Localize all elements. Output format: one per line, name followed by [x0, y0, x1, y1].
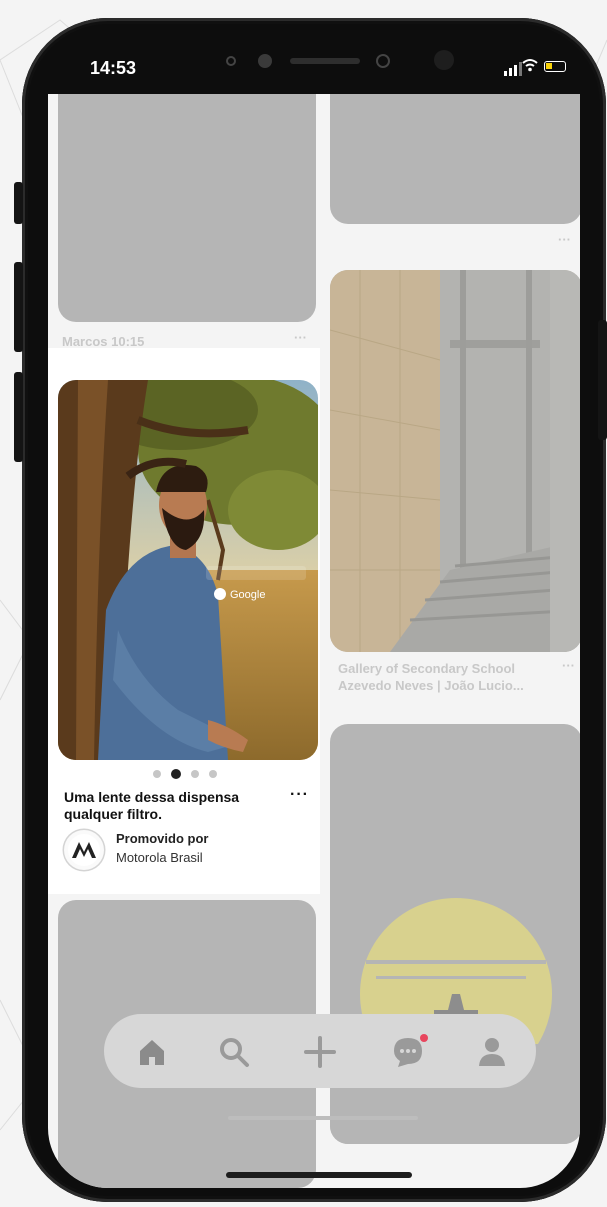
man-under-tree-photo: Google	[58, 380, 318, 760]
scrim-home-indicator	[228, 1116, 418, 1120]
mute-switch	[14, 182, 23, 224]
volume-down-button	[14, 372, 23, 462]
status-bar: 14:53	[48, 40, 580, 94]
promoted-pin: Google Uma lente dessa dispensa qualquer…	[48, 348, 320, 894]
power-button	[598, 320, 607, 440]
pin-card-placeholder[interactable]	[58, 94, 316, 322]
promo-overlay-text: Google	[230, 589, 265, 601]
status-time: 14:53	[90, 58, 137, 78]
app-screen: Marcos 10:15 ··· ··· Gallery of Secondar…	[48, 94, 580, 1188]
pin-caption: Gallery of Secondary School Azevedo Neve…	[338, 661, 524, 693]
pin-image-architecture[interactable]	[330, 270, 580, 652]
messages-icon[interactable]	[390, 1034, 428, 1070]
home-icon[interactable]	[134, 1034, 170, 1070]
promo-title[interactable]: Uma lente dessa dispensa qualquer filtro…	[64, 789, 274, 823]
signal-icon	[504, 62, 522, 76]
plus-icon[interactable]	[302, 1034, 338, 1070]
pager-dot[interactable]	[209, 770, 217, 778]
building-photo	[330, 270, 580, 652]
proximity-sensor-icon	[376, 54, 390, 68]
pin-caption: Marcos 10:15	[62, 334, 145, 349]
battery-icon	[544, 61, 566, 72]
promo-photo[interactable]: Google	[58, 380, 318, 760]
pin-more-icon[interactable]: ···	[558, 232, 571, 247]
pager-dot[interactable]	[153, 770, 161, 778]
notification-badge	[420, 1034, 428, 1042]
wifi-icon	[522, 58, 538, 75]
pin-more-icon[interactable]: ···	[562, 658, 575, 673]
advertiser-name[interactable]: Motorola Brasil	[116, 850, 203, 865]
pager-dot[interactable]	[191, 770, 199, 778]
motorola-logo-icon	[68, 834, 100, 866]
notch	[208, 40, 498, 90]
advertiser-avatar[interactable]	[64, 830, 104, 870]
promoted-label: Promovido por	[116, 831, 209, 846]
home-indicator[interactable]	[226, 1172, 412, 1178]
pin-more-icon[interactable]: ···	[294, 330, 307, 345]
front-camera-icon	[258, 54, 272, 68]
speaker-grille	[290, 58, 360, 64]
volume-up-button	[14, 262, 23, 352]
profile-icon[interactable]	[474, 1034, 510, 1070]
search-icon[interactable]	[216, 1034, 252, 1070]
more-options-icon[interactable]: ···	[290, 786, 309, 804]
camera-lens-icon	[434, 50, 454, 70]
bottom-nav	[104, 1014, 536, 1088]
sensor-icon	[226, 56, 236, 66]
pin-card-placeholder[interactable]	[330, 94, 580, 224]
carousel-pager[interactable]	[153, 769, 217, 779]
pager-dot-active[interactable]	[171, 769, 181, 779]
